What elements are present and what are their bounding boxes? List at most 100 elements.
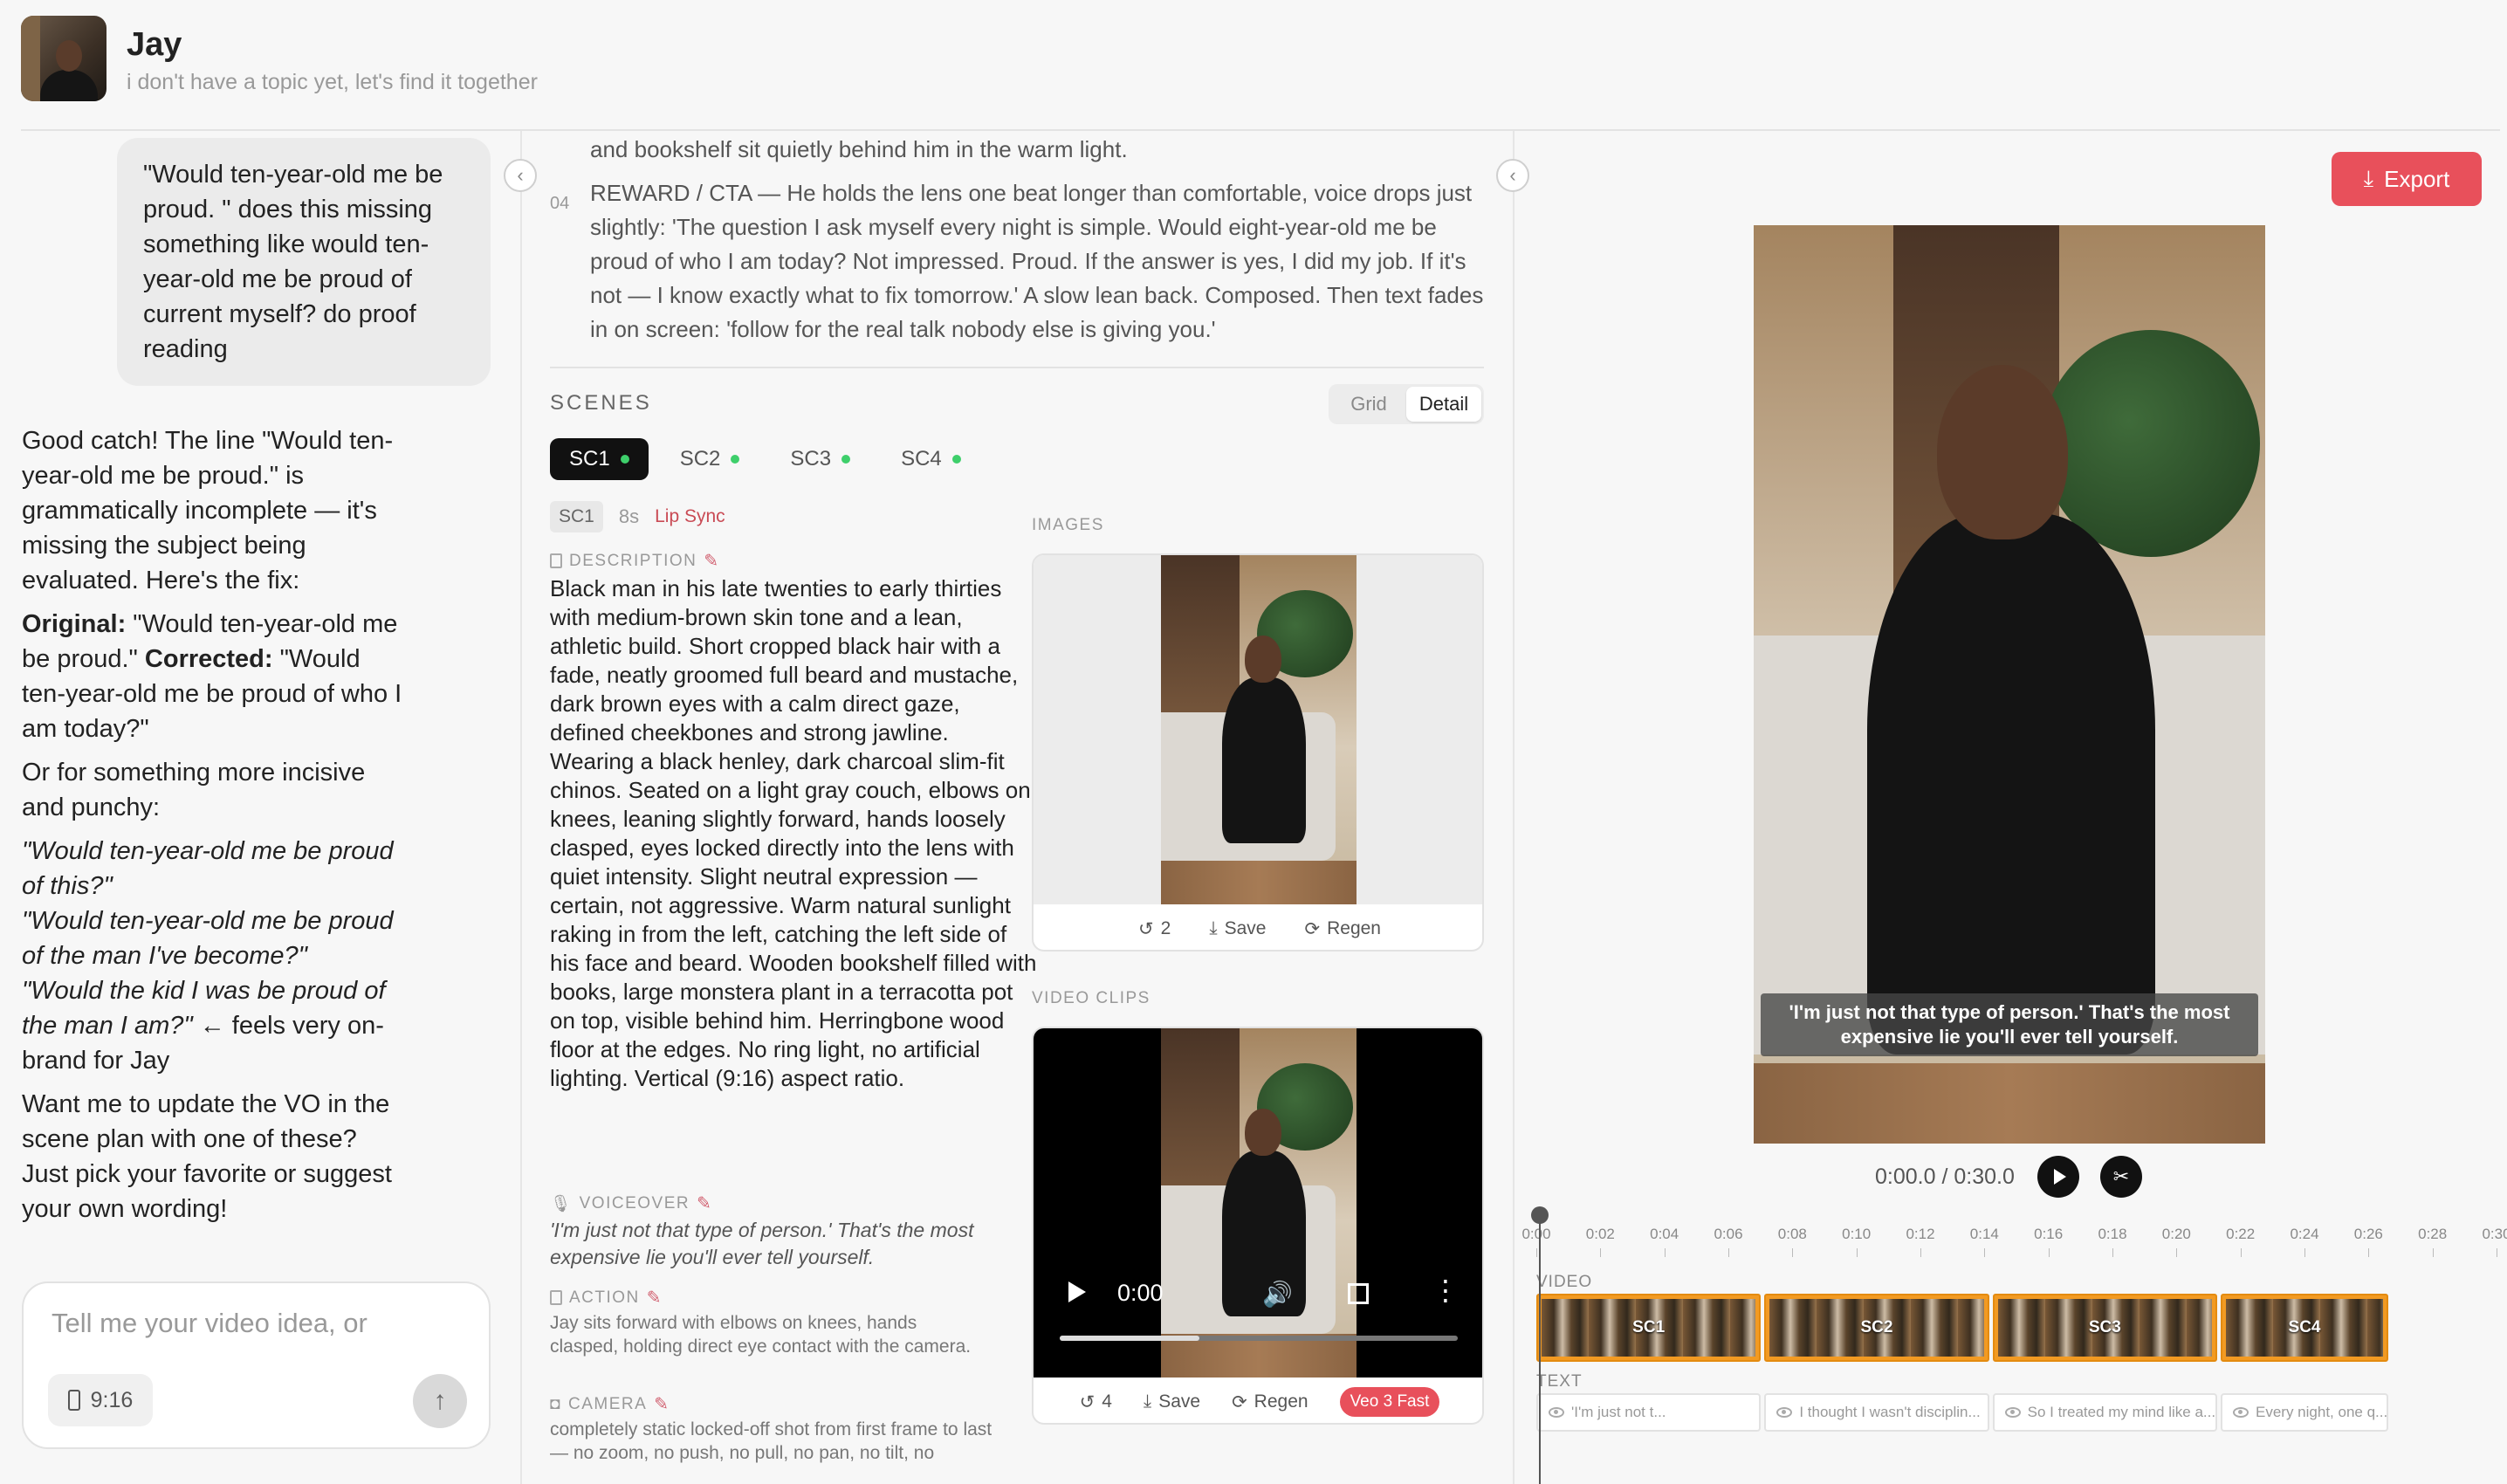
tick-mark (2048, 1248, 2050, 1257)
clip-actions: ↺ 4 ⤓ Save ⟳ Regen Veo 3 Fast (1034, 1378, 1482, 1423)
play-button[interactable] (2037, 1156, 2079, 1198)
text-clip-label: So I treated my mind like a... (2027, 1404, 2216, 1420)
export-button[interactable]: ⤓ Export (2332, 152, 2482, 206)
video-clip-segment[interactable]: SC4 (2221, 1294, 2388, 1362)
camera-icon: ◘ (550, 1394, 561, 1413)
tab-sc1[interactable]: SC1 (550, 438, 649, 480)
playhead-handle[interactable] (1531, 1206, 1549, 1224)
voiceover-heading: 🎙 VOICEOVER ✎ (550, 1192, 713, 1214)
tick-label: 0:08 (1777, 1226, 1807, 1242)
video-clip-segment[interactable]: SC3 (1992, 1294, 2217, 1362)
tick-mark (2240, 1248, 2242, 1257)
eye-icon[interactable] (2004, 1407, 2021, 1418)
tab-sc2[interactable]: SC2 (661, 438, 759, 480)
scene-image[interactable] (1161, 555, 1357, 904)
tick-mark (2368, 1248, 2370, 1257)
edit-camera-icon[interactable]: ✎ (654, 1393, 670, 1415)
tick-label: 0:06 (1714, 1226, 1743, 1242)
regenerate-icon: ⟳ (1304, 918, 1321, 939)
scene-voiceover: 'I'm just not that type of person.' That… (550, 1219, 974, 1268)
assistant-reply: Good catch! The line "Would ten-year-old… (22, 423, 406, 1235)
clip-history-button[interactable]: ↺ 4 (1080, 1391, 1112, 1413)
text-clip-segment[interactable]: 'I'm just not t... (1536, 1393, 1762, 1432)
time-ruler[interactable]: 0:00 0:02 0:04 0:06 0:08 0:10 0:12 0:14 0:16 0:18… (1521, 1226, 2507, 1261)
tick-label: 0:04 (1650, 1226, 1679, 1242)
phone-icon (67, 1390, 80, 1411)
send-button[interactable]: ↑ (413, 1374, 467, 1428)
split-button[interactable]: ✂ (2100, 1156, 2142, 1198)
image-history-button[interactable]: ↺ 2 (1138, 918, 1171, 940)
eye-icon[interactable] (1549, 1407, 1564, 1418)
tick-mark (1536, 1248, 1537, 1257)
clapper-icon (550, 1290, 562, 1305)
playhead (1539, 1217, 1541, 1484)
scene-tabs: SC1 SC2 SC3 SC4 (550, 438, 980, 480)
video-controls: 0:00 🔊 ⋮ (1034, 1028, 1482, 1378)
video-clips-heading: VIDEO CLIPS (1032, 989, 1150, 1007)
video-preview[interactable]: 'I'm just not that type of person.' That… (1754, 225, 2265, 1144)
clip-label: SC4 (2288, 1318, 2321, 1336)
text-clip-segment[interactable]: I thought I wasn't disciplin... (1764, 1393, 1989, 1432)
beat-number: 04 (550, 194, 570, 213)
volume-icon[interactable]: 🔊 (1262, 1280, 1293, 1309)
scene-camera: completely static locked-off shot from f… (550, 1419, 992, 1463)
video-clip-segment[interactable]: SC1 (1536, 1294, 1762, 1362)
script: and bookshelf sit quietly behind him in … (550, 133, 1484, 342)
header: Jay i don't have a topic yet, let's find… (0, 0, 2507, 131)
text-clip-segment[interactable]: So I treated my mind like a... (1992, 1393, 2217, 1432)
user-name: Jay (127, 26, 182, 63)
tick-label: 0:28 (2418, 1226, 2448, 1242)
script-line: and bookshelf sit quietly behind him in … (590, 136, 1128, 162)
edit-description-icon[interactable]: ✎ (704, 550, 719, 572)
video-clip-card: 0:00 🔊 ⋮ ↺ 4 ⤓ Save ⟳ Regen Veo 3 Fast (1032, 1027, 1484, 1425)
clip-regen-button[interactable]: ⟳ Regen (1232, 1391, 1308, 1413)
fullscreen-icon[interactable] (1348, 1283, 1369, 1304)
eye-icon[interactable] (1776, 1407, 1793, 1418)
more-options-icon[interactable]: ⋮ (1432, 1276, 1460, 1304)
scene-mode: Lip Sync (655, 506, 725, 526)
video-player[interactable]: 0:00 🔊 ⋮ (1034, 1028, 1482, 1378)
play-icon (2054, 1169, 2066, 1185)
text-track: 'I'm just not t... I thought I wasn't dis… (1536, 1393, 2409, 1432)
tick-mark (2304, 1248, 2305, 1257)
eye-icon[interactable] (2233, 1407, 2249, 1418)
edit-action-icon[interactable]: ✎ (647, 1287, 663, 1309)
view-toggle: Grid Detail (1329, 384, 1484, 424)
grid-view-button[interactable]: Grid (1331, 387, 1406, 422)
download-icon: ⤓ (2363, 165, 2374, 191)
tick-mark (1728, 1248, 1729, 1257)
tick-label: 0:24 (2290, 1226, 2319, 1242)
tick-mark (2112, 1248, 2113, 1257)
detail-view-button[interactable]: Detail (1406, 387, 1481, 422)
play-icon[interactable] (1068, 1281, 1086, 1302)
download-icon: ⤓ (1209, 918, 1218, 938)
image-regen-button[interactable]: ⟳ Regen (1304, 918, 1381, 940)
reply-alt-intro: Or for something more incisive and punch… (22, 759, 366, 821)
clip-label: SC1 (1632, 1318, 1666, 1336)
history-icon: ↺ (1138, 918, 1154, 939)
tick-label: 0:18 (2098, 1226, 2127, 1242)
text-clip-label: I thought I wasn't disciplin... (1799, 1404, 1981, 1420)
tick-mark (1600, 1248, 1602, 1257)
edit-voiceover-icon[interactable]: ✎ (697, 1192, 712, 1214)
idea-input[interactable] (52, 1308, 462, 1339)
regenerate-icon: ⟳ (1232, 1391, 1247, 1412)
playback-time: 0:00.0 / 0:30.0 (1875, 1165, 2015, 1189)
model-badge[interactable]: Veo 3 Fast (1339, 1387, 1440, 1417)
tab-sc4[interactable]: SC4 (882, 438, 980, 480)
video-clip-segment[interactable]: SC2 (1764, 1294, 1989, 1362)
tab-sc3[interactable]: SC3 (771, 438, 869, 480)
clip-save-button[interactable]: ⤓ Save (1144, 1391, 1200, 1412)
video-scrubber[interactable] (1060, 1336, 1458, 1341)
images-heading: IMAGES (1032, 516, 1104, 534)
video-track: SC1 SC2 SC3 SC4 (1536, 1294, 2409, 1362)
tick-label: 0:26 (2353, 1226, 2383, 1242)
tick-mark (1920, 1248, 1921, 1257)
scene-plan-panel: and bookshelf sit quietly behind him in … (522, 131, 1512, 1484)
image-save-button[interactable]: ⤓ Save (1209, 918, 1266, 939)
text-clip-label: Every night, one q... (2256, 1404, 2388, 1420)
avatar[interactable] (21, 16, 106, 101)
tick-mark (1664, 1248, 1666, 1257)
text-clip-segment[interactable]: Every night, one q... (2221, 1393, 2388, 1432)
aspect-ratio-button[interactable]: 9:16 (48, 1374, 153, 1426)
